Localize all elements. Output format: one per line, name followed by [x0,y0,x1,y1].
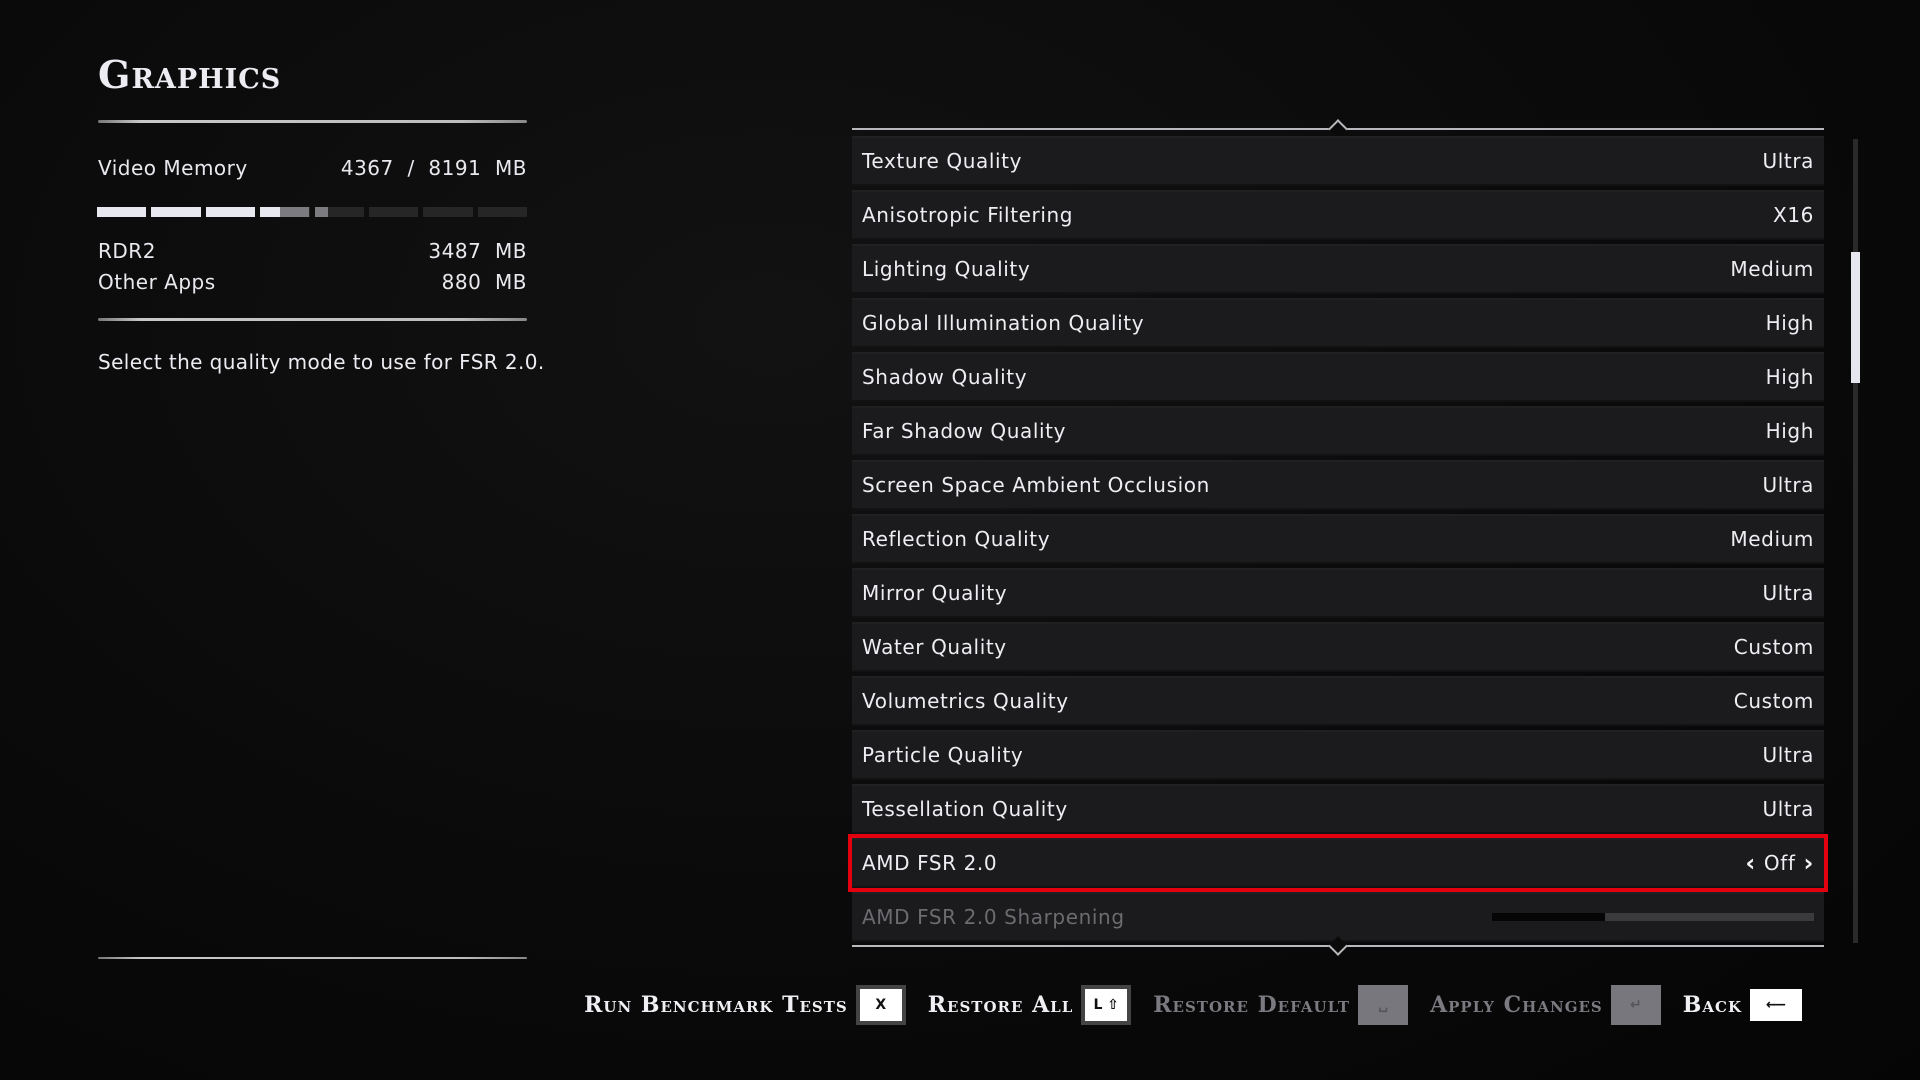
setting-label: Shadow Quality [862,365,1028,389]
setting-value: Off [1763,851,1796,875]
memory-bar-segment [368,207,419,217]
setting-value: Ultra [1762,797,1814,821]
video-memory-readout: 4367 / 8191 MB [340,156,527,180]
setting-value: X16 [1773,203,1814,227]
setting-row[interactable]: Shadow Quality High [852,352,1824,402]
setting-row[interactable]: AMD FSR 2.0 ‹ Off › [848,834,1828,892]
action-label: Back [1682,992,1742,1018]
memory-bar-other-fill [280,207,310,217]
apply-changes-button[interactable]: Apply Changes ↵ [1430,985,1661,1025]
setting-value: Custom [1733,689,1814,713]
setting-label: Lighting Quality [862,257,1031,281]
bottom-left-divider [98,957,527,959]
l-shift-key-icon: L ⇧ [1081,985,1132,1025]
video-memory-row: Video Memory 4367 / 8191 MB [98,156,527,180]
memory-bar-segment [260,207,310,217]
memory-rdr2-label: RDR2 [98,239,156,263]
memory-bar-segment [205,207,256,217]
setting-label: Tessellation Quality [862,797,1068,821]
setting-label: Far Shadow Quality [862,419,1067,443]
setting-value: Ultra [1762,581,1814,605]
scrollbar-thumb[interactable] [1851,252,1860,383]
setting-stepper[interactable]: ‹ Off › [1745,849,1814,877]
back-arrow-key-icon: ⟵ [1750,989,1802,1021]
memory-rdr2-row: RDR2 3487 MB [98,239,527,263]
memory-rdr2-value: 3487 MB [428,239,527,263]
setting-row[interactable]: AMD FSR 2.0 Sharpening [852,892,1824,942]
setting-row[interactable]: Far Shadow Quality High [852,406,1824,456]
setting-row[interactable]: Global Illumination Quality High [852,298,1824,348]
setting-label: Anisotropic Filtering [862,203,1074,227]
memory-bar-app-fill [151,207,201,217]
restore-default-button[interactable]: Restore Default ␣ [1153,985,1409,1025]
settings-list: Texture Quality Ultra Anisotropic Filterin… [848,136,1828,946]
chevron-left-icon[interactable]: ‹ [1745,849,1756,877]
action-label: Restore All [927,992,1074,1018]
setting-value: Ultra [1762,473,1814,497]
video-memory-label: Video Memory [98,156,248,180]
action-label: Apply Changes [1430,992,1603,1018]
slider-fill [1492,913,1605,921]
memory-bar-other-fill [314,207,328,217]
setting-row[interactable]: Anisotropic Filtering X16 [852,190,1824,240]
setting-row[interactable]: Reflection Quality Medium [852,514,1824,564]
setting-label: Water Quality [862,635,1007,659]
memory-bar-segment [477,207,527,217]
memory-bar-segment [151,207,201,217]
run-benchmark-button[interactable]: Run Benchmark Tests X [584,985,906,1025]
page-title: Graphics [98,52,282,97]
setting-value: Medium [1730,257,1814,281]
setting-row[interactable]: Lighting Quality Medium [852,244,1824,294]
action-bar: Run Benchmark Tests X Restore All L ⇧ Restor… [584,985,1802,1025]
setting-label: Screen Space Ambient Occlusion [862,473,1210,497]
setting-row[interactable]: Mirror Quality Ultra [852,568,1824,618]
title-divider [98,120,527,123]
x-key-icon: X [855,985,906,1025]
action-label: Restore Default [1153,992,1351,1018]
setting-label: Reflection Quality [862,527,1051,551]
setting-label: AMD FSR 2.0 [862,851,998,875]
memory-other-apps-row: Other Apps 880 MB [98,270,527,294]
setting-value: High [1765,365,1814,389]
setting-row[interactable]: Texture Quality Ultra [852,136,1824,186]
setting-value: Medium [1730,527,1814,551]
setting-description: Select the quality mode to use for FSR 2… [98,350,545,374]
chevron-right-icon[interactable]: › [1804,849,1815,877]
memory-other-apps-value: 880 MB [441,270,527,294]
video-memory-bar [97,207,527,217]
memory-bar-app-fill [260,207,281,217]
memory-bar-app-fill [205,207,256,217]
setting-label: AMD FSR 2.0 Sharpening [862,905,1125,929]
setting-label: Global Illumination Quality [862,311,1145,335]
memory-divider [98,318,527,321]
setting-row[interactable]: Water Quality Custom [852,622,1824,672]
setting-row[interactable]: Particle Quality Ultra [852,730,1824,780]
restore-all-button[interactable]: Restore All L ⇧ [928,985,1132,1025]
memory-bar-segment [97,207,147,217]
enter-key-icon: ↵ [1610,985,1661,1025]
setting-value: Ultra [1762,743,1814,767]
memory-other-apps-label: Other Apps [98,270,216,294]
setting-row[interactable]: Tessellation Quality Ultra [852,784,1824,834]
setting-value: High [1765,419,1814,443]
setting-row[interactable]: Volumetrics Quality Custom [852,676,1824,726]
setting-label: Mirror Quality [862,581,1008,605]
setting-row[interactable]: Screen Space Ambient Occlusion Ultra [852,460,1824,510]
memory-bar-segment [423,207,473,217]
setting-value: High [1765,311,1814,335]
sharpening-slider[interactable] [1492,913,1814,921]
action-label: Run Benchmark Tests [584,992,848,1018]
setting-value: Ultra [1762,149,1814,173]
setting-label: Texture Quality [862,149,1023,173]
spacebar-key-icon: ␣ [1358,985,1409,1025]
memory-bar-segment [314,207,364,217]
back-button[interactable]: Back ⟵ [1683,989,1802,1021]
setting-label: Volumetrics Quality [862,689,1069,713]
setting-value: Custom [1733,635,1814,659]
setting-label: Particle Quality [862,743,1024,767]
memory-bar-app-fill [97,207,147,217]
